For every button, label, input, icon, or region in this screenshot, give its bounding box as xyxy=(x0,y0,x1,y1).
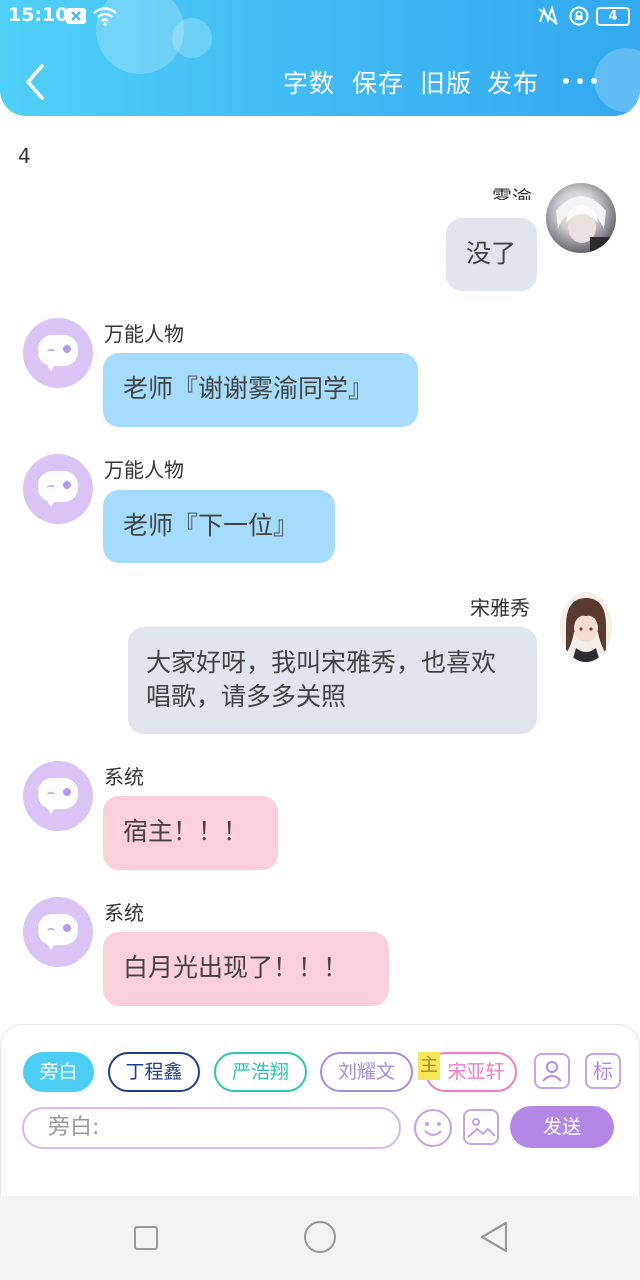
header-decoration xyxy=(594,48,640,112)
message-bubble[interactable]: 老师『下一位』 xyxy=(103,490,335,563)
main-character-badge: 主 xyxy=(418,1052,440,1080)
chat-bubble-icon[interactable] xyxy=(23,454,93,524)
message-sender-name: 万能人物 xyxy=(104,322,184,346)
home-button[interactable] xyxy=(304,1221,336,1253)
status-bar: 15:10 4 xyxy=(0,0,640,34)
message-bubble[interactable]: 老师『谢谢雾渝同学』 xyxy=(103,353,418,427)
avatar[interactable] xyxy=(560,592,612,662)
app-header: 15:10 4 字数 保存 旧版 发布 xyxy=(0,0,640,116)
person-card-icon[interactable] xyxy=(534,1053,570,1089)
tag-button[interactable]: 标 xyxy=(585,1053,621,1089)
chat-bubble-icon[interactable] xyxy=(23,897,93,967)
chevron-left-icon xyxy=(26,64,44,100)
more-dots-icon[interactable] xyxy=(560,66,600,96)
character-chip[interactable]: 刘耀文 xyxy=(320,1052,413,1092)
message-input[interactable]: 旁白: xyxy=(22,1107,401,1149)
word-count-button[interactable]: 字数 xyxy=(283,64,335,100)
smile-face-icon[interactable] xyxy=(414,1109,452,1147)
message-sender-name: 系统 xyxy=(104,901,144,925)
old-version-button[interactable]: 旧版 xyxy=(420,64,472,100)
wifi-icon xyxy=(92,6,118,26)
nav-back-button[interactable] xyxy=(478,1220,510,1254)
avatar[interactable] xyxy=(546,183,616,253)
status-time: 15:10 xyxy=(8,4,69,26)
message-name-clip: 雾渝 xyxy=(0,180,640,200)
notification-x-icon xyxy=(66,8,86,24)
message-bubble[interactable]: 没了 xyxy=(446,218,537,291)
character-chip[interactable]: 严浩翔 xyxy=(214,1052,307,1092)
lock-rotation-icon xyxy=(568,6,590,26)
message-sender-name: 万能人物 xyxy=(104,458,184,482)
mute-icon xyxy=(536,4,560,26)
character-chip[interactable]: 丁程鑫 xyxy=(108,1052,200,1092)
message-bubble[interactable]: 白月光出现了！！！ xyxy=(103,932,389,1006)
chat-bubble-icon[interactable] xyxy=(23,761,93,831)
message-sender-name: 系统 xyxy=(104,765,144,789)
chat-bubble-icon[interactable] xyxy=(23,318,93,388)
message-sender-name: 宋雅秀 xyxy=(470,596,530,620)
message-bubble[interactable]: 大家好呀，我叫宋雅秀，也喜欢唱歌，请多多关照 xyxy=(128,627,537,734)
character-chip-narrator[interactable]: 旁白 xyxy=(23,1052,94,1092)
back-button[interactable] xyxy=(20,62,50,102)
save-button[interactable]: 保存 xyxy=(352,64,404,100)
word-count-display: 4 xyxy=(18,144,31,168)
send-button[interactable]: 发送 xyxy=(510,1106,614,1148)
recents-button[interactable] xyxy=(134,1226,158,1250)
message-bubble[interactable]: 宿主！！！ xyxy=(103,796,278,870)
battery-icon: 4 xyxy=(596,7,630,26)
publish-button[interactable]: 发布 xyxy=(487,64,539,100)
message-sender-name: 雾渝 xyxy=(492,186,532,200)
image-icon[interactable] xyxy=(463,1109,499,1145)
